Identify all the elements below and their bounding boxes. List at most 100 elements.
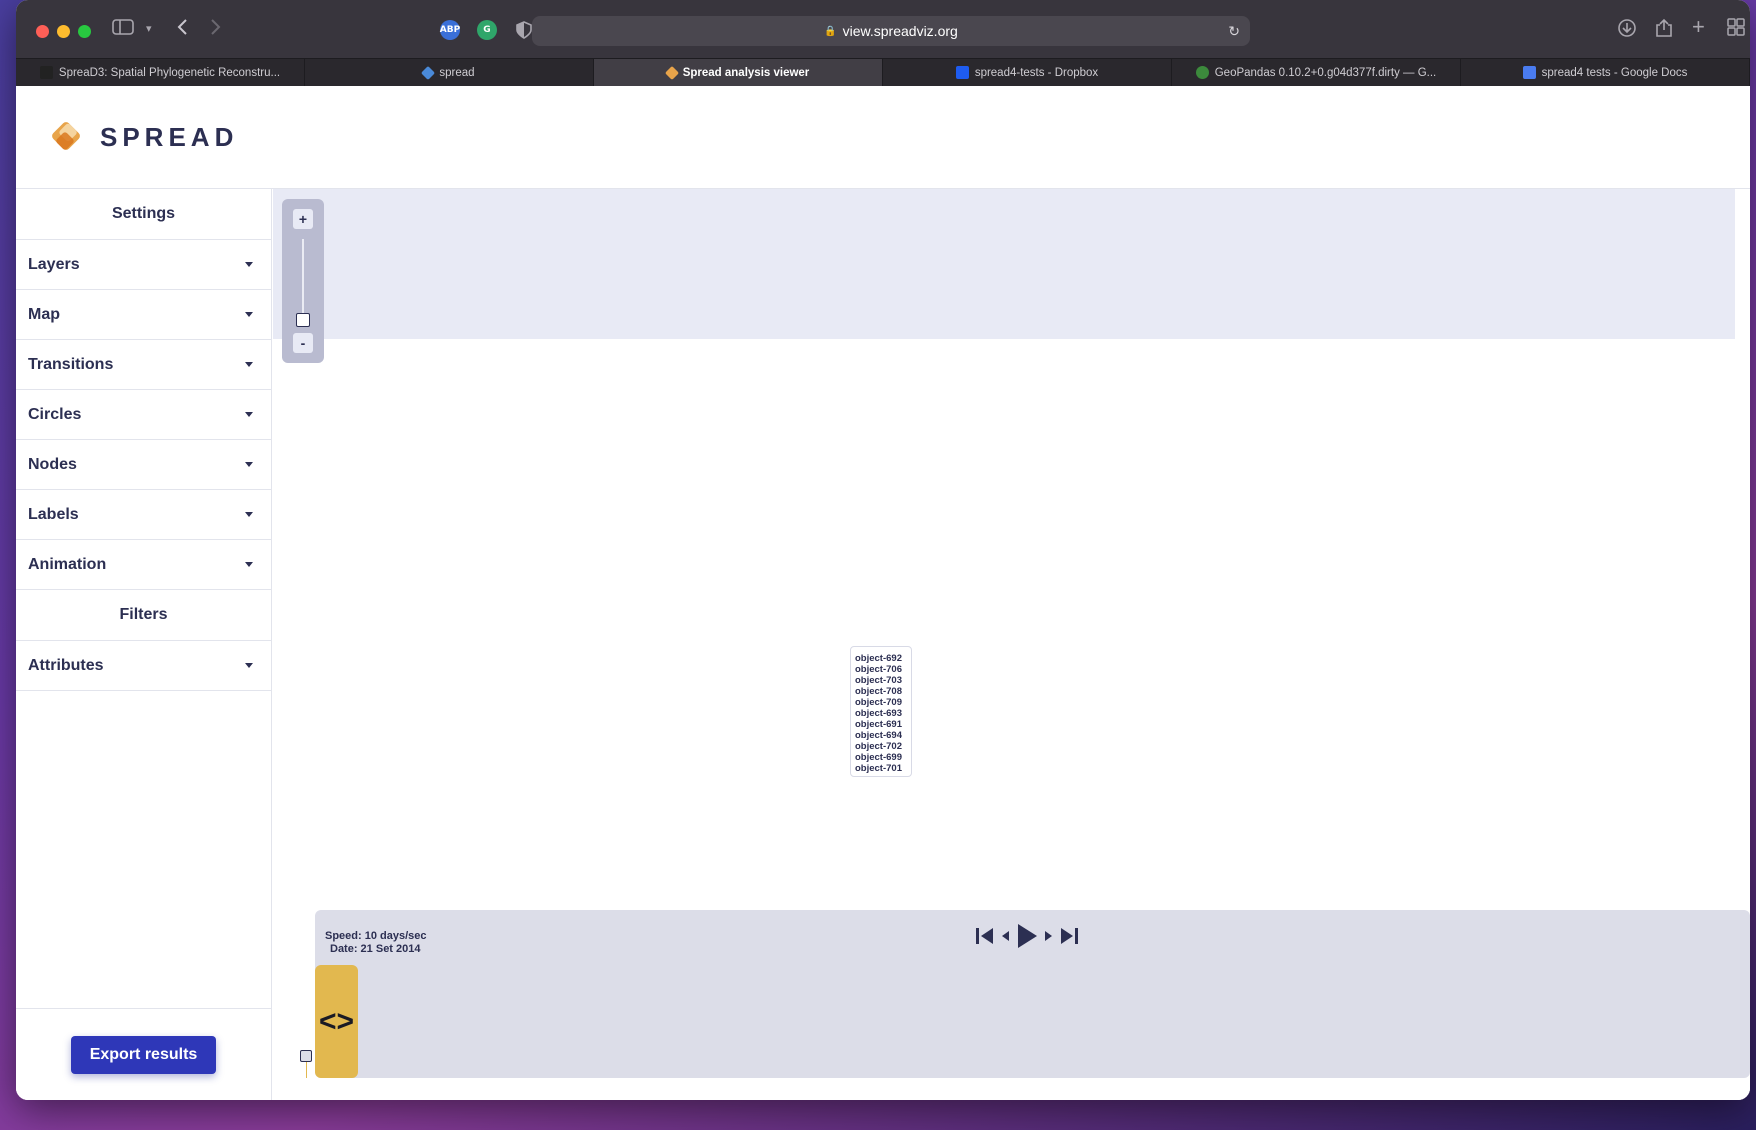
object-label[interactable]: object-703 (855, 675, 907, 686)
tab-bar: SpreaD3: Spatial Phylogenetic Reconstru.… (16, 58, 1750, 86)
object-label[interactable]: object-694 (855, 730, 907, 741)
sidebar-item-map[interactable]: Map (16, 290, 271, 340)
chevron-down-icon[interactable]: ▾ (146, 22, 152, 35)
object-label[interactable]: object-701 (855, 763, 907, 774)
back-icon[interactable] (176, 18, 190, 41)
object-label[interactable]: object-709 (855, 697, 907, 708)
caret-down-icon (245, 462, 253, 467)
step-back-icon[interactable] (999, 927, 1011, 950)
sidebar-item-label: Labels (28, 505, 79, 523)
timeline-marker (306, 1062, 307, 1078)
zoom-slider-track[interactable] (302, 239, 304, 319)
sidebar-item-labels[interactable]: Labels (16, 490, 271, 540)
tab-spread3[interactable]: SpreaD3: Spatial Phylogenetic Reconstru.… (16, 59, 305, 86)
object-label[interactable]: object-708 (855, 686, 907, 697)
close-window-button[interactable] (36, 25, 49, 38)
skip-to-start-icon[interactable] (975, 927, 995, 950)
maximize-window-button[interactable] (78, 25, 91, 38)
sidebar-item-transitions[interactable]: Transitions (16, 340, 271, 390)
sidebar-item-label: Layers (28, 255, 80, 273)
tab-favicon-icon (1195, 66, 1209, 79)
sidebar-item-animation[interactable]: Animation (16, 540, 271, 590)
tab-label: spread4 tests - Google Docs (1541, 66, 1688, 79)
settings-sidebar: Settings Layers Map Transitions Circles … (16, 189, 272, 1100)
minimize-window-button[interactable] (57, 25, 70, 38)
tab-google-docs[interactable]: spread4 tests - Google Docs (1461, 59, 1750, 86)
tab-favicon-icon (39, 66, 53, 79)
downloads-icon[interactable] (1617, 18, 1637, 43)
tab-favicon-icon (421, 65, 436, 80)
address-bar[interactable]: 🔒 view.spreadviz.org ↻ (532, 16, 1250, 46)
speed-text: Speed: 10 days/sec (325, 930, 427, 942)
sidebar-item-label: Transitions (28, 355, 114, 373)
sidebar-item-label: Animation (28, 555, 107, 573)
caret-down-icon (245, 663, 253, 668)
map-layer-band (273, 189, 1735, 339)
play-icon[interactable] (1015, 923, 1039, 954)
filters-heading: Filters (16, 590, 271, 641)
zoom-control: + - (282, 199, 324, 363)
object-label[interactable]: object-702 (855, 741, 907, 752)
caret-down-icon (245, 362, 253, 367)
sidebar-item-label: Attributes (28, 656, 104, 674)
tab-geopandas[interactable]: GeoPandas 0.10.2+0.g04d377f.dirty — G... (1172, 59, 1461, 86)
settings-heading: Settings (16, 189, 271, 240)
caret-down-icon (245, 262, 253, 267)
sidebar-item-attributes[interactable]: Attributes (16, 641, 271, 691)
playback-controls (975, 923, 1079, 954)
tab-spread-analysis-viewer[interactable]: Spread analysis viewer (594, 59, 883, 86)
object-label[interactable]: object-692 (855, 653, 907, 664)
sidebar-item-label: Map (28, 305, 60, 323)
tab-label: spread4-tests - Dropbox (974, 66, 1099, 79)
drag-arrows-icon: <> (318, 1004, 355, 1038)
object-label[interactable]: object-693 (855, 708, 907, 719)
timeline-info: Speed: 10 days/sec Date: 21 Set 2014 (325, 930, 427, 956)
object-label[interactable]: object-706 (855, 664, 907, 675)
app-header: SPREAD (16, 86, 1750, 189)
adblock-icon[interactable]: ABP (440, 20, 460, 40)
new-tab-icon[interactable]: + (1692, 14, 1705, 40)
zoom-slider-handle[interactable] (296, 313, 310, 327)
spread-logo-icon (46, 116, 88, 158)
object-label[interactable]: object-691 (855, 719, 907, 730)
forward-icon[interactable] (208, 18, 222, 41)
tab-overview-icon[interactable] (1727, 18, 1745, 41)
spread-logo[interactable]: SPREAD (46, 116, 238, 158)
sidebar-toggle-icon[interactable] (112, 18, 134, 41)
lock-icon: 🔒 (824, 25, 837, 37)
object-label[interactable]: object-699 (855, 752, 907, 763)
timeline-range-checkbox[interactable] (300, 1050, 312, 1062)
tab-dropbox[interactable]: spread4-tests - Dropbox (883, 59, 1172, 86)
date-text: Date: 21 Set 2014 (330, 943, 421, 955)
browser-toolbar: ▾ ABP G 🔒 view.spreadviz.org ↻ + (16, 0, 1750, 58)
sidebar-footer: Export results (16, 1008, 271, 1100)
app-content: SPREAD Settings Layers Map Transitions C… (16, 86, 1750, 1100)
export-results-button[interactable]: Export results (70, 1035, 217, 1074)
zoom-in-button[interactable]: + (293, 209, 313, 229)
caret-down-icon (245, 512, 253, 517)
caret-down-icon (245, 412, 253, 417)
reload-icon[interactable]: ↻ (1228, 23, 1240, 40)
grammarly-icon[interactable]: G (477, 20, 497, 40)
zoom-out-button[interactable]: - (293, 333, 313, 353)
privacy-shield-icon[interactable] (514, 20, 534, 40)
object-labels-cluster[interactable]: object-692 object-706 object-703 object-708… (850, 646, 912, 777)
skip-to-end-icon[interactable] (1059, 927, 1079, 950)
step-forward-icon[interactable] (1043, 927, 1055, 950)
sidebar-item-layers[interactable]: Layers (16, 240, 271, 290)
caret-down-icon (245, 312, 253, 317)
spread-logo-text: SPREAD (100, 121, 239, 152)
sidebar-item-circles[interactable]: Circles (16, 390, 271, 440)
timeline-drag-handle[interactable]: <> (315, 965, 358, 1078)
sidebar-item-label: Circles (28, 405, 82, 423)
tab-label: spread (439, 66, 475, 79)
map-view[interactable]: + - object-692 object-706 object-703 object… (273, 189, 1750, 1100)
tab-favicon-icon (1522, 66, 1536, 79)
tab-label: GeoPandas 0.10.2+0.g04d377f.dirty — G... (1214, 66, 1437, 79)
tab-label: SpreaD3: Spatial Phylogenetic Reconstru.… (58, 66, 281, 79)
tab-spread[interactable]: spread (305, 59, 594, 86)
animation-timeline: Speed: 10 days/sec Date: 21 Set 2014 <> (300, 910, 1750, 1078)
sidebar-item-label: Nodes (28, 455, 77, 473)
sidebar-item-nodes[interactable]: Nodes (16, 440, 271, 490)
share-icon[interactable] (1655, 18, 1673, 43)
